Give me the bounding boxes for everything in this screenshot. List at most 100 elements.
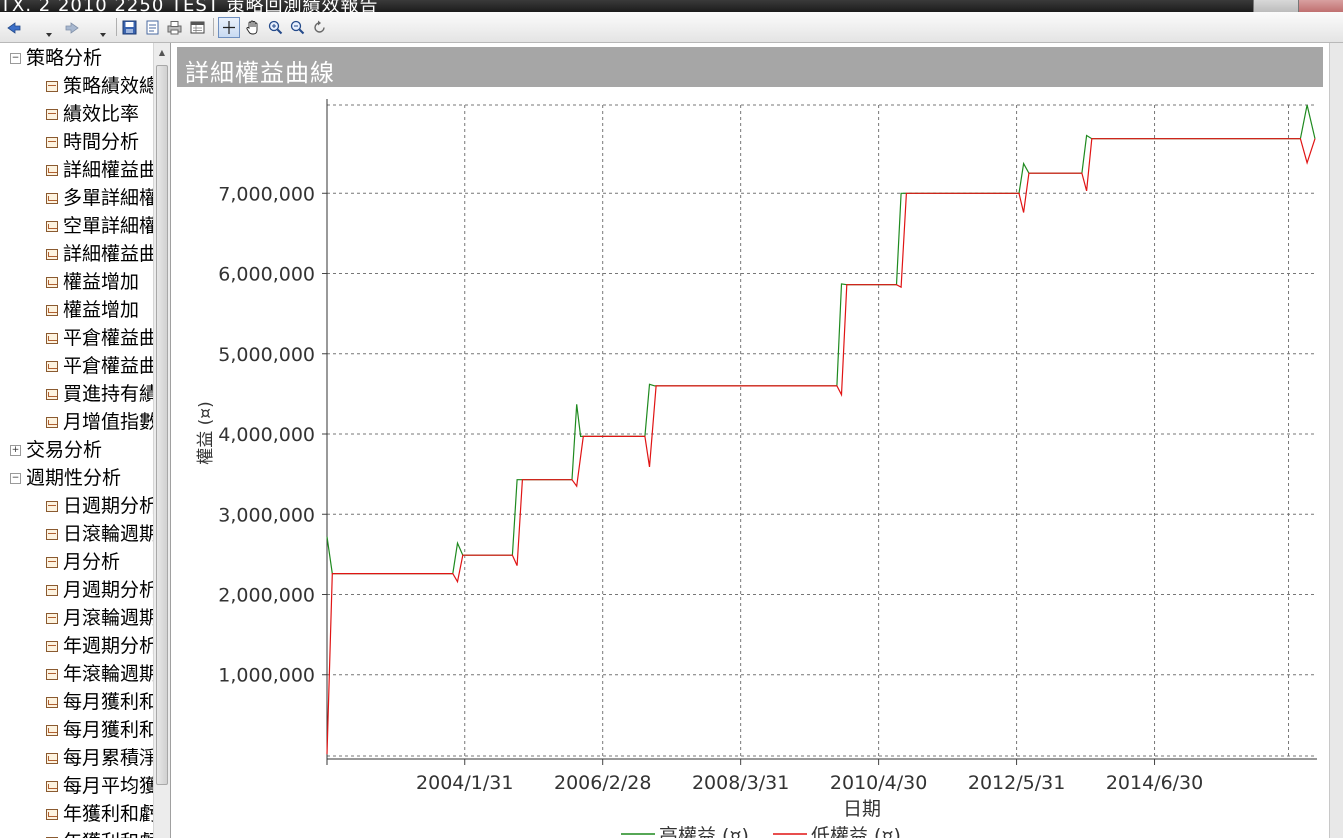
tree-group-node[interactable]: − 策略分析 <box>10 44 102 72</box>
back-dropdown-button[interactable] <box>44 24 54 37</box>
reset-zoom-icon <box>314 20 325 33</box>
tree-leaf-node[interactable]: 平倉權益曲 <box>46 324 158 352</box>
x-tick-label: 2012/5/31 <box>968 772 1065 794</box>
tree-leaf-node[interactable]: 每月累積淨 <box>46 744 158 772</box>
export-icon <box>190 21 205 34</box>
x-tick-label: 2006/2/28 <box>554 772 651 794</box>
forward-dropdown-button[interactable] <box>98 24 108 37</box>
chart-report-icon <box>46 389 58 400</box>
tree-leaf-node[interactable]: 月分析 <box>46 548 120 576</box>
zoom-out-button[interactable] <box>290 20 305 35</box>
tree-node-label: 每月獲利和 <box>63 691 159 713</box>
tree-node-label: 月增值指數 <box>63 411 159 433</box>
tree-node-label: 平倉權益曲 <box>63 355 159 377</box>
table-report-icon <box>46 529 58 540</box>
tree-leaf-node[interactable]: 權益增加 <box>46 268 139 296</box>
chevron-down-icon <box>100 33 106 37</box>
tree-node-label: 年獲利和虧 <box>63 831 158 838</box>
tree-leaf-node[interactable]: 每月平均獲 <box>46 772 158 800</box>
page-setup-button[interactable] <box>145 20 160 35</box>
table-report-icon <box>46 613 58 624</box>
save-button[interactable] <box>122 20 137 35</box>
tree-leaf-node[interactable]: 月滾輪週期 <box>46 604 158 632</box>
tree-leaf-node[interactable]: 每月獲利和 <box>46 716 158 744</box>
tree-leaf-node[interactable]: 年滾輪週期 <box>46 660 158 688</box>
chart-report-icon <box>46 781 58 792</box>
y-tick-label: 3,000,000 <box>218 504 315 526</box>
tree-group-node[interactable]: + 交易分析 <box>10 436 102 464</box>
tree-node-label: 月分析 <box>63 551 121 573</box>
print-button[interactable] <box>167 20 182 35</box>
y-tick-label: 7,000,000 <box>218 183 315 205</box>
chart-report-icon <box>46 221 58 232</box>
tree-leaf-node[interactable]: 平倉權益曲 <box>46 352 158 380</box>
tree-leaf-node[interactable]: 年週期分析 <box>46 632 158 660</box>
tree-leaf-node[interactable]: 策略績效總 <box>46 72 158 100</box>
tree-node-label: 權益增加 <box>63 299 140 321</box>
chart-report-icon <box>46 697 58 708</box>
expand-icon[interactable]: + <box>10 445 21 456</box>
tree-node-label: 日週期分析 <box>63 495 159 517</box>
tree-leaf-node[interactable]: 年獲利和虧 <box>46 828 158 838</box>
pan-tool-button[interactable] <box>244 19 261 36</box>
tree-node-label: 每月平均獲 <box>63 775 159 797</box>
tree-leaf-node[interactable]: 時間分析 <box>46 128 139 156</box>
sidebar-scrollbar[interactable]: ▲ <box>153 43 170 838</box>
y-tick-label: 4,000,000 <box>218 424 315 446</box>
zoom-in-button[interactable] <box>268 20 283 35</box>
equity-curve-chart[interactable]: 1,000,000 2,000,000 3,000,000 4,000,000 5,00… <box>171 43 1329 838</box>
scroll-thumb[interactable] <box>156 65 168 785</box>
tree-leaf-node[interactable]: 月增值指數 <box>46 408 158 436</box>
tree-node-label: 年獲利和虧 <box>63 803 159 825</box>
tree-group-node[interactable]: − 週期性分析 <box>10 464 121 492</box>
export-button[interactable] <box>190 20 205 35</box>
tree-node-label: 空單詳細權 <box>63 215 159 237</box>
right-scrollbar[interactable] <box>1329 43 1343 838</box>
zoom-in-icon <box>268 20 283 35</box>
tree-leaf-node[interactable]: 日滾輪週期 <box>46 520 158 548</box>
tree-node-label: 策略分析 <box>26 47 103 69</box>
legend-label: 高權益 (¤) <box>659 825 749 838</box>
tree-leaf-node[interactable]: 買進持有績 <box>46 380 158 408</box>
table-report-icon <box>46 81 58 92</box>
tree-node-label: 月滾輪週期 <box>63 607 159 629</box>
tree-leaf-node[interactable]: 詳細權益曲 <box>46 240 158 268</box>
tree-leaf-node[interactable]: 年獲利和虧 <box>46 800 158 828</box>
tree-leaf-node[interactable]: 權益增加 <box>46 296 139 324</box>
toolbar-separator <box>213 18 214 36</box>
tree-leaf-node[interactable]: 績效比率 <box>46 100 139 128</box>
tree-leaf-node[interactable]: 每月獲利和 <box>46 688 158 716</box>
tree-node-label: 績效比率 <box>63 103 140 125</box>
scroll-up-arrow[interactable]: ▲ <box>156 46 168 60</box>
window-restore-button[interactable] <box>1253 0 1298 12</box>
tree-node-label: 每月獲利和 <box>63 719 159 741</box>
tree-node-label: 買進持有績 <box>63 383 159 405</box>
tree-node-label: 月週期分析 <box>63 579 159 601</box>
tree-node-label: 年滾輪週期 <box>63 663 159 685</box>
tree-leaf-node[interactable]: 月週期分析 <box>46 576 158 604</box>
tree-leaf-node[interactable]: 日週期分析 <box>46 492 158 520</box>
window-close-button[interactable] <box>1298 0 1343 12</box>
select-tool-button[interactable] <box>218 17 240 38</box>
collapse-icon[interactable]: − <box>10 473 21 484</box>
tree-node-label: 時間分析 <box>63 131 140 153</box>
y-axis-label: 權益 (¤) <box>196 401 216 464</box>
chart-report-icon <box>46 277 58 288</box>
chart-report-icon <box>46 361 58 372</box>
back-button[interactable] <box>6 20 22 34</box>
table-report-icon <box>46 641 58 652</box>
tree-node-label: 多單詳細權 <box>63 187 159 209</box>
collapse-icon[interactable]: − <box>10 53 21 64</box>
forward-button[interactable] <box>64 20 80 34</box>
tree-leaf-node[interactable]: 詳細權益曲 <box>46 156 158 184</box>
tree-node-label: 日滾輪週期 <box>63 523 159 545</box>
low-equity-series-line <box>326 138 1316 755</box>
tree-leaf-node[interactable]: 多單詳細權 <box>46 184 158 212</box>
reset-zoom-button[interactable] <box>311 19 328 36</box>
save-icon <box>122 20 137 35</box>
chart-report-icon <box>46 193 58 204</box>
toolbar-separator <box>116 18 117 36</box>
back-icon <box>7 22 21 34</box>
tree-leaf-node[interactable]: 空單詳細權 <box>46 212 158 240</box>
y-tick-label: 1,000,000 <box>218 665 315 687</box>
